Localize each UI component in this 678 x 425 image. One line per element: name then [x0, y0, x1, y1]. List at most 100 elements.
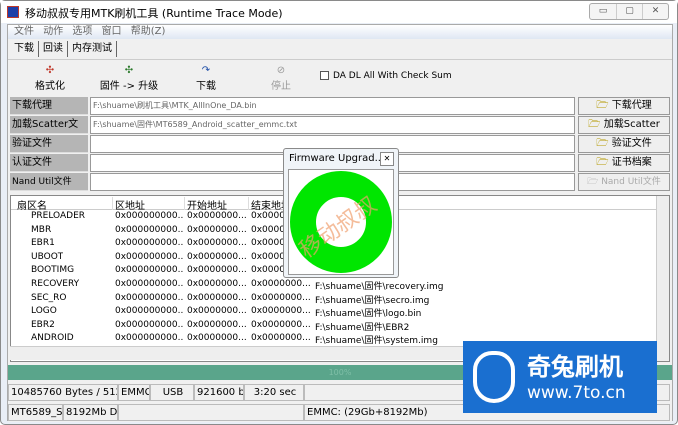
table-row[interactable]: ✔ RECOVERY 0x000000000... 0x0000000... 0… — [11, 278, 669, 292]
menu-options[interactable]: 选项 — [72, 25, 92, 39]
auth-file-button[interactable]: 🗁 验证文件 — [578, 135, 670, 153]
download-button[interactable]: ↷ 下载 — [188, 65, 224, 92]
rabbit-logo-icon — [473, 351, 515, 403]
stop-icon: ⊘ — [276, 65, 286, 76]
menu-window[interactable]: 窗口 — [102, 25, 122, 39]
status-dram: 8192Mb DRAM — [63, 404, 118, 421]
start-addr: 0x0000000... — [187, 306, 247, 317]
region-addr: 0x000000000... — [115, 265, 183, 276]
dialog-body: 移动叔叔 — [288, 169, 394, 275]
start-addr: 0x0000000... — [187, 238, 247, 249]
partition-name: BOOTIMG — [31, 265, 75, 276]
col-region-addr[interactable]: 区地址 — [115, 197, 185, 210]
tab-memory-test[interactable]: 内存测试 — [68, 41, 117, 57]
progress-label: 100% — [328, 368, 352, 377]
toolbar: ✣ 格式化 ✣ 固件 -> 升级 ↷ 下载 ⊘ 停止 DA DL All With Ch… — [8, 59, 672, 93]
file-path: F:\shuame\固件\EBR2 — [315, 322, 410, 333]
download-label: 下载 — [196, 81, 216, 92]
start-addr: 0x0000000... — [187, 211, 247, 221]
title-bar: 移动叔叔专用MTK刷机工具 (Runtime Trace Mode) ▭ ▢ ✕ — [1, 1, 677, 23]
partition-name: MBR — [31, 224, 52, 235]
partition-name: EBR1 — [31, 238, 55, 249]
minimize-button[interactable]: ▭ — [590, 4, 616, 19]
menu-help[interactable]: 帮助(Z) — [131, 25, 166, 39]
cert-file-button[interactable]: 🗁 证书档案 — [578, 154, 670, 172]
menu-file[interactable]: 文件 — [14, 25, 34, 39]
checksum-label: DA DL All With Check Sum — [333, 71, 452, 81]
stop-label: 停止 — [271, 81, 291, 92]
end-addr: 0x0000000... — [251, 333, 311, 344]
folder-icon: 🗁 — [596, 138, 612, 149]
load-da-button[interactable]: 🗁 下载代理 — [578, 97, 670, 115]
upgrade-icon: ✣ — [124, 65, 134, 76]
status-chip: MT6589_S00 — [8, 404, 63, 421]
partition-name: UBOOT — [31, 251, 64, 262]
status-bytes: 10485760 Bytes / 5120.00 KBp — [8, 384, 118, 401]
region-addr: 0x000000000... — [115, 319, 183, 330]
app-window: 移动叔叔专用MTK刷机工具 (Runtime Trace Mode) ▭ ▢ ✕… — [0, 0, 678, 425]
status-port: USB — [150, 384, 194, 401]
button-label: 加载Scatter — [603, 119, 660, 130]
site-watermark: 奇兔刷机 www.7to.cn — [463, 341, 657, 413]
watermark-url: www.7to.cn — [527, 383, 626, 403]
col-name[interactable]: 扇区名 — [17, 197, 113, 210]
status-time: 3:20 sec — [244, 384, 304, 401]
tab-bar: 下载 回读 内存测试 — [10, 41, 117, 58]
close-button[interactable]: ✕ — [642, 4, 668, 19]
tab-download[interactable]: 下载 — [10, 41, 39, 57]
redo-arrow-icon: ↷ — [201, 65, 211, 76]
region-addr: 0x000000000... — [115, 251, 183, 262]
checkbox-box[interactable] — [320, 71, 329, 80]
dialog-close-button[interactable]: ✕ — [380, 152, 394, 166]
format-button[interactable]: ✣ 格式化 — [28, 65, 72, 92]
load-scatter-button[interactable]: 🗁 加载Scatter — [578, 116, 670, 134]
menu-bar: 文件 动作 选项 窗口 帮助(Z) — [8, 25, 672, 39]
table-row[interactable]: ✔ SEC_RO 0x000000000... 0x0000000... 0x0… — [11, 292, 669, 306]
button-label: Nand Util文件 — [601, 177, 661, 187]
start-addr: 0x0000000... — [187, 333, 247, 344]
region-addr: 0x000000000... — [115, 238, 183, 249]
firmware-upgrade-label: 固件 -> 升级 — [99, 81, 159, 92]
button-label: 验证文件 — [611, 138, 652, 149]
start-addr: 0x0000000... — [187, 319, 247, 330]
region-addr: 0x000000000... — [115, 306, 183, 317]
checksum-checkbox[interactable]: DA DL All With Check Sum — [320, 71, 452, 81]
firmware-upgrade-dialog: Firmware Upgrad... ✕ 移动叔叔 — [283, 148, 399, 278]
partition-name: PRELOADER — [31, 211, 86, 221]
table-row[interactable]: ✔ EBR2 0x000000000... 0x0000000... 0x000… — [11, 319, 669, 333]
nand-util-button[interactable]: 🗁 Nand Util文件 — [578, 173, 670, 191]
format-label: 格式化 — [35, 81, 65, 92]
auth-file-label: 验证文件 — [10, 135, 88, 153]
status-blank — [118, 404, 304, 421]
folder-icon: 🗁 — [588, 119, 604, 130]
status-storage: EMMC — [118, 384, 150, 401]
file-path: F:\shuame\固件\secro.img — [315, 295, 430, 306]
col-start-addr[interactable]: 开始地址 — [187, 197, 249, 210]
da-label: 下载代理 — [10, 97, 88, 115]
stop-button[interactable]: ⊘ 停止 — [266, 65, 296, 92]
menu-action[interactable]: 动作 — [43, 25, 63, 39]
start-addr: 0x0000000... — [187, 224, 247, 235]
partition-name: EBR2 — [31, 319, 55, 330]
partition-name: ANDROID — [31, 333, 74, 344]
cert-file-label: 认证文件 — [10, 154, 88, 172]
scatter-path-input[interactable]: F:\shuame\固件\MT6589_Android_scatter_emmc… — [90, 116, 575, 134]
vertical-scrollbar[interactable] — [656, 196, 669, 361]
folder-icon: 🗁 — [587, 177, 602, 187]
nand-util-label: Nand Util文件 — [10, 173, 88, 191]
window-title: 移动叔叔专用MTK刷机工具 (Runtime Trace Mode) — [25, 7, 283, 20]
table-row[interactable]: ✔ LOGO 0x000000000... 0x0000000... 0x000… — [11, 305, 669, 319]
end-addr: 0x0000000... — [251, 306, 311, 317]
firmware-upgrade-button[interactable]: ✣ 固件 -> 升级 — [94, 65, 164, 92]
start-addr: 0x0000000... — [187, 278, 247, 289]
da-path-input[interactable]: F:\shuame\刷机工具\MTK_AllInOne_DA.bin — [90, 97, 575, 115]
tab-readback[interactable]: 回读 — [39, 41, 68, 57]
watermark-brand: 奇兔刷机 — [527, 353, 623, 381]
scatter-label: 加载Scatter文件 — [10, 116, 88, 148]
start-addr: 0x0000000... — [187, 265, 247, 276]
maximize-button[interactable]: ▢ — [616, 4, 642, 19]
region-addr: 0x000000000... — [115, 292, 183, 303]
folder-icon: 🗁 — [596, 157, 612, 168]
end-addr: 0x0000000... — [251, 292, 311, 303]
end-addr: 0x0000000... — [251, 319, 311, 330]
